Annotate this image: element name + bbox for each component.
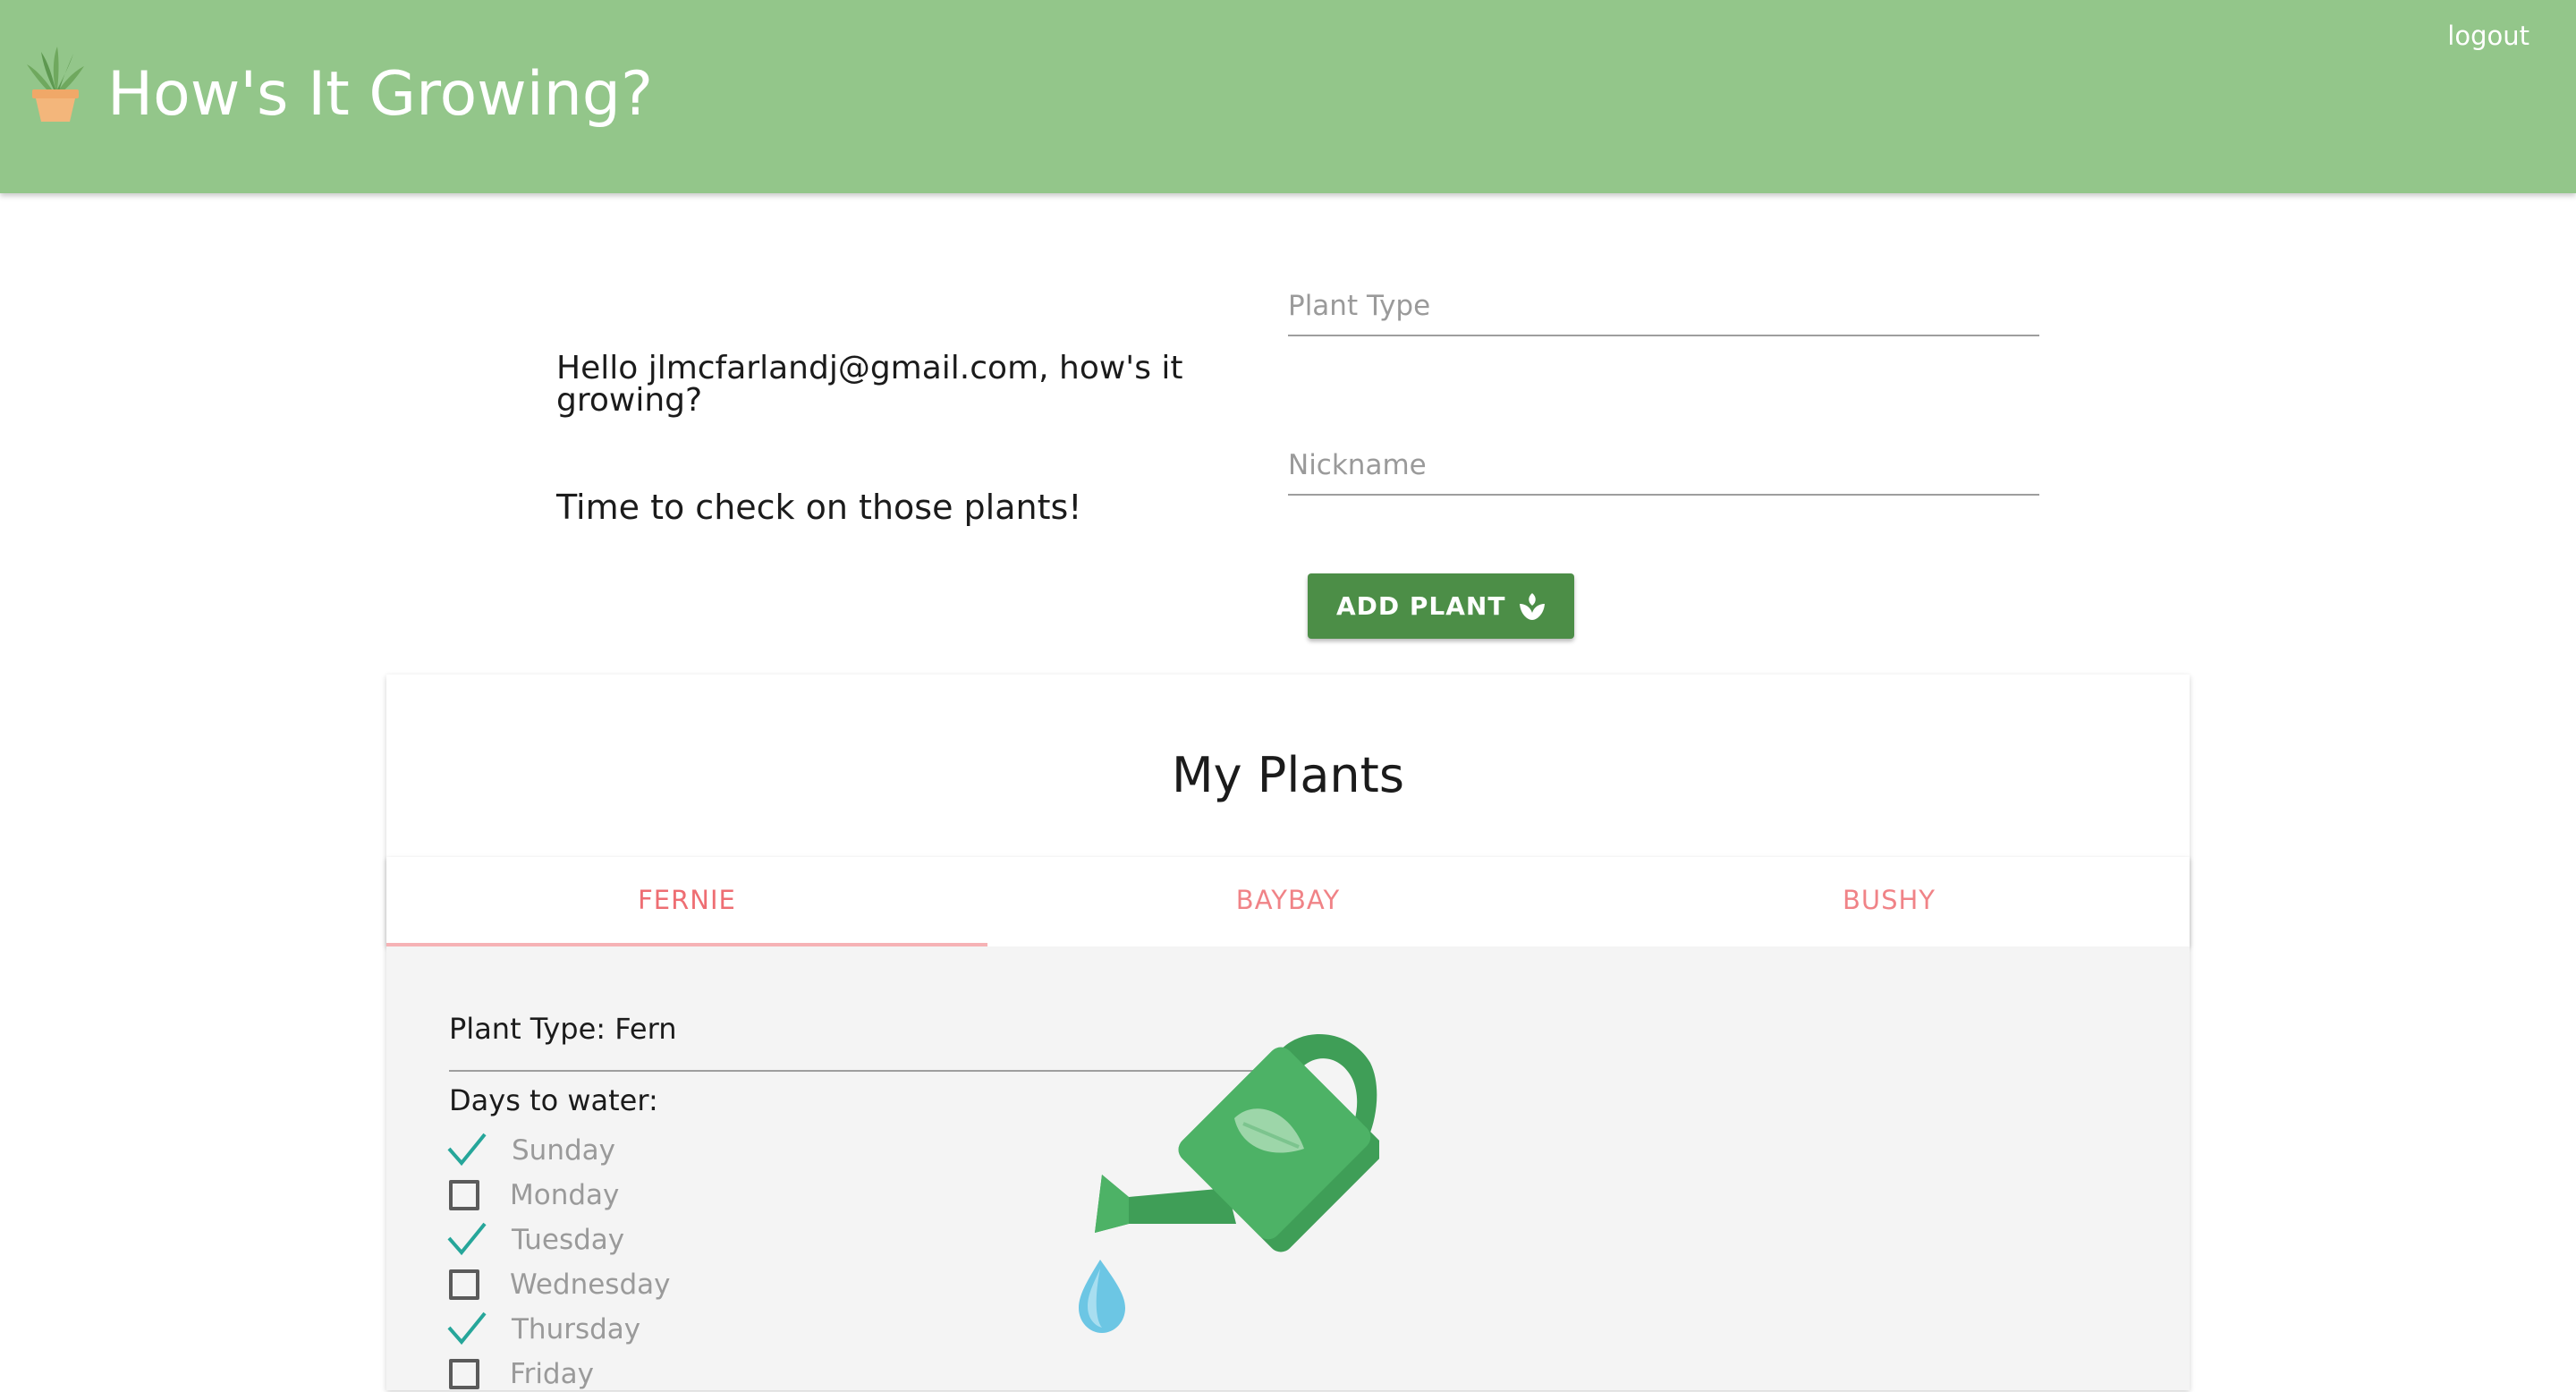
day-checkbox-friday[interactable]: Friday (449, 1356, 594, 1392)
plant-type-input[interactable] (1288, 290, 2039, 322)
day-label: Tuesday (512, 1224, 625, 1256)
tab-fernie[interactable]: FERNIE (386, 857, 987, 946)
checkbox-icon (449, 1180, 479, 1210)
plant-type-field (1288, 274, 2039, 336)
sprout-icon (1517, 591, 1547, 622)
checkbox-icon (449, 1269, 479, 1300)
greeting-subtitle: Time to check on those plants! (556, 488, 1082, 527)
day-label: Wednesday (510, 1269, 671, 1301)
days-to-water-label: Days to water: (449, 1083, 658, 1117)
greeting-text: Hello jlmcfarlandj@gmail.com, how's it g… (556, 350, 1183, 419)
checkmark-icon (447, 1311, 487, 1345)
day-checkbox-monday[interactable]: Monday (449, 1177, 619, 1213)
potted-plant-icon (25, 45, 86, 122)
plant-tabs: FERNIE BAYBAY BUSHY (386, 857, 2190, 946)
day-label: Friday (510, 1358, 594, 1390)
tab-baybay[interactable]: BAYBAY (987, 857, 1589, 946)
checkmark-icon (447, 1133, 487, 1167)
app-header: How's It Growing? logout (0, 0, 2576, 193)
add-plant-button[interactable]: ADD PLANT (1308, 573, 1574, 639)
checkbox-icon (449, 1359, 479, 1389)
logout-link[interactable]: logout (2447, 20, 2529, 52)
checkmark-icon (447, 1222, 487, 1256)
day-checkbox-wednesday[interactable]: Wednesday (449, 1267, 670, 1303)
tab-label: BUSHY (1842, 885, 1936, 915)
day-checkbox-thursday[interactable]: Thursday (447, 1311, 641, 1347)
app-title: How's It Growing? (107, 59, 654, 130)
tab-label: BAYBAY (1235, 885, 1341, 915)
tab-bushy[interactable]: BUSHY (1589, 857, 2190, 946)
nickname-input[interactable] (1288, 449, 2039, 481)
nickname-field (1288, 433, 2039, 496)
watering-can-icon (1075, 1009, 1384, 1349)
day-label: Sunday (512, 1134, 615, 1167)
add-plant-button-label: ADD PLANT (1336, 591, 1506, 621)
day-checkbox-tuesday[interactable]: Tuesday (447, 1222, 625, 1258)
day-label: Monday (510, 1179, 620, 1211)
tab-label: FERNIE (638, 885, 736, 915)
day-checkbox-sunday[interactable]: Sunday (447, 1133, 615, 1168)
day-label: Thursday (512, 1313, 641, 1345)
my-plants-title: My Plants (1172, 747, 1404, 803)
